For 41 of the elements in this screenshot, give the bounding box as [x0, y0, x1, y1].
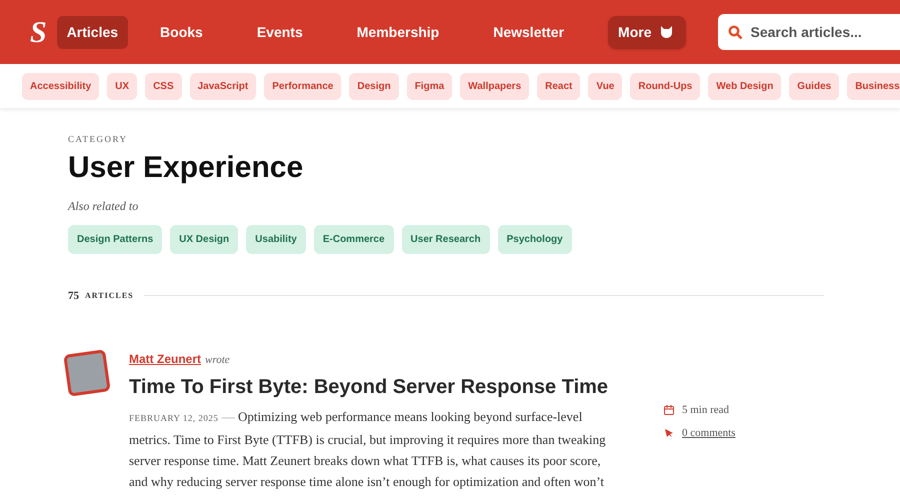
calendar-icon — [664, 405, 674, 416]
topic-tag[interactable]: JavaScript — [190, 72, 256, 100]
topic-tag[interactable]: Guides — [789, 72, 840, 100]
author-link[interactable]: Matt Zeunert — [129, 350, 201, 368]
nav-link[interactable]: Books — [150, 16, 213, 48]
related-tag[interactable]: Design Patterns — [68, 224, 162, 254]
nav-link[interactable]: Articles — [56, 16, 128, 48]
topic-tag[interactable]: Round-Ups — [630, 72, 700, 100]
nav-link[interactable]: Newsletter — [483, 16, 574, 48]
topic-tag[interactable]: Performance — [264, 72, 342, 100]
topic-tag[interactable]: Wallpapers — [460, 72, 530, 100]
article-count-label: ARTICLES — [85, 290, 134, 302]
topic-tag[interactable]: Web Design — [708, 72, 782, 100]
comments-link[interactable]: 0 comments — [682, 424, 736, 441]
topic-tag[interactable]: CSS — [145, 72, 182, 100]
topic-tag[interactable]: Business — [847, 72, 900, 100]
wrote-label: wrote — [205, 353, 230, 368]
related-tag[interactable]: Usability — [246, 224, 306, 254]
topic-tag[interactable]: Vue — [588, 72, 622, 100]
article-excerpt: FEBRUARY 12, 2025 — Optimizing web performance means looking beyond surface-level metrics. Time to First Byte (TTFB) is crucial, but improving it requires more than tweaking server response time. Matt Zeunert breaks down what TTFB is, what causes its poor score, and why reducing server response time alone isn’t enough for optimization and often won’t — [129, 408, 607, 491]
category-title: User Experience — [68, 150, 304, 186]
search-field[interactable]: Search articles... — [718, 14, 900, 50]
topic-tag[interactable]: UX — [107, 72, 138, 100]
topic-tag[interactable]: Design — [349, 72, 399, 100]
topic-tag[interactable]: Figma — [406, 72, 452, 100]
nav-link[interactable]: Events — [246, 16, 313, 48]
article-count: 75 — [68, 288, 79, 304]
topic-tag[interactable]: React — [537, 72, 580, 100]
related-tag[interactable]: E-Commerce — [314, 224, 394, 254]
related-label: Also related to — [68, 198, 140, 214]
search-icon — [728, 25, 742, 40]
nav-link[interactable]: Membership — [346, 16, 450, 48]
related-tag[interactable]: User Research — [402, 224, 490, 254]
category-eyebrow: CATEGORY — [68, 133, 129, 146]
topic-tag[interactable]: Accessibility — [22, 72, 100, 100]
article-title[interactable]: Time To First Byte: Beyond Server Response Time — [129, 372, 629, 402]
related-tag[interactable]: UX Design — [170, 224, 238, 254]
logo[interactable]: S — [30, 10, 47, 54]
related-tag[interactable]: Psychology — [498, 224, 572, 254]
more-button[interactable]: More — [608, 16, 686, 48]
read-time: 5 min read — [682, 403, 730, 418]
